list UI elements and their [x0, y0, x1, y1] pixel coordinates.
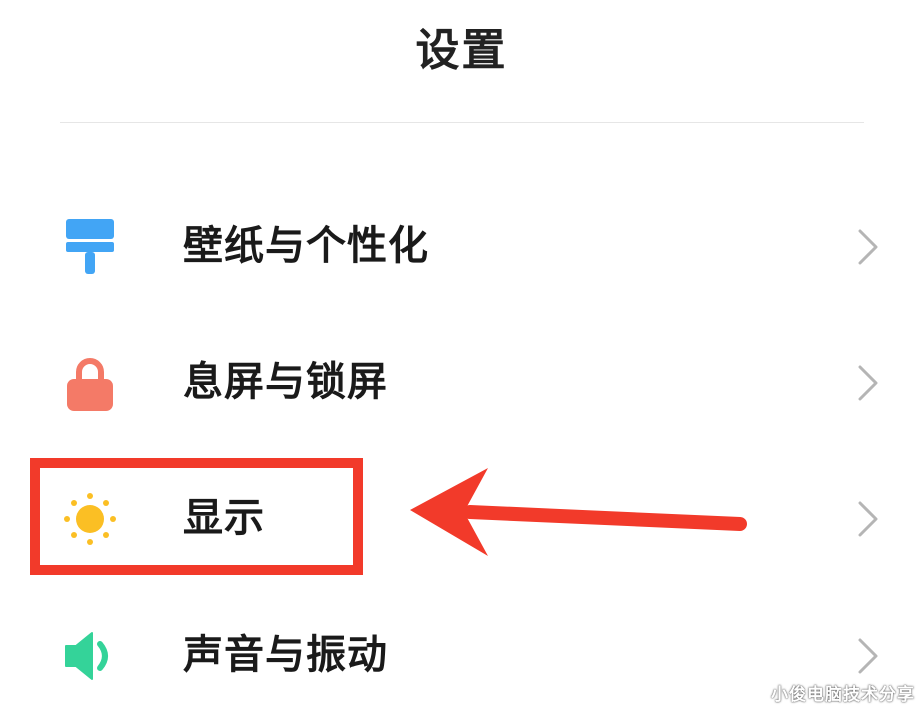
- chevron-right-icon: [858, 365, 878, 401]
- settings-item-label: 显示: [183, 495, 265, 541]
- settings-item-wallpaper[interactable]: 壁纸与个性化: [0, 191, 923, 301]
- lock-icon: [67, 358, 113, 411]
- settings-item-display[interactable]: 显示: [0, 463, 923, 573]
- header-divider: [60, 122, 864, 123]
- chevron-right-icon: [858, 501, 878, 537]
- speaker-icon: [65, 632, 108, 680]
- settings-item-label: 声音与振动: [183, 632, 388, 678]
- chevron-right-icon: [858, 638, 878, 674]
- settings-item-label: 壁纸与个性化: [183, 223, 429, 269]
- sun-icon: [64, 493, 116, 545]
- settings-item-lockscreen[interactable]: 息屏与锁屏: [0, 327, 923, 437]
- page-title: 设置: [415, 25, 508, 76]
- settings-item-label: 息屏与锁屏: [183, 359, 388, 405]
- paintbrush-icon: [66, 219, 114, 274]
- watermark: 小俊电脑技术分享: [771, 685, 915, 705]
- chevron-right-icon: [858, 229, 878, 265]
